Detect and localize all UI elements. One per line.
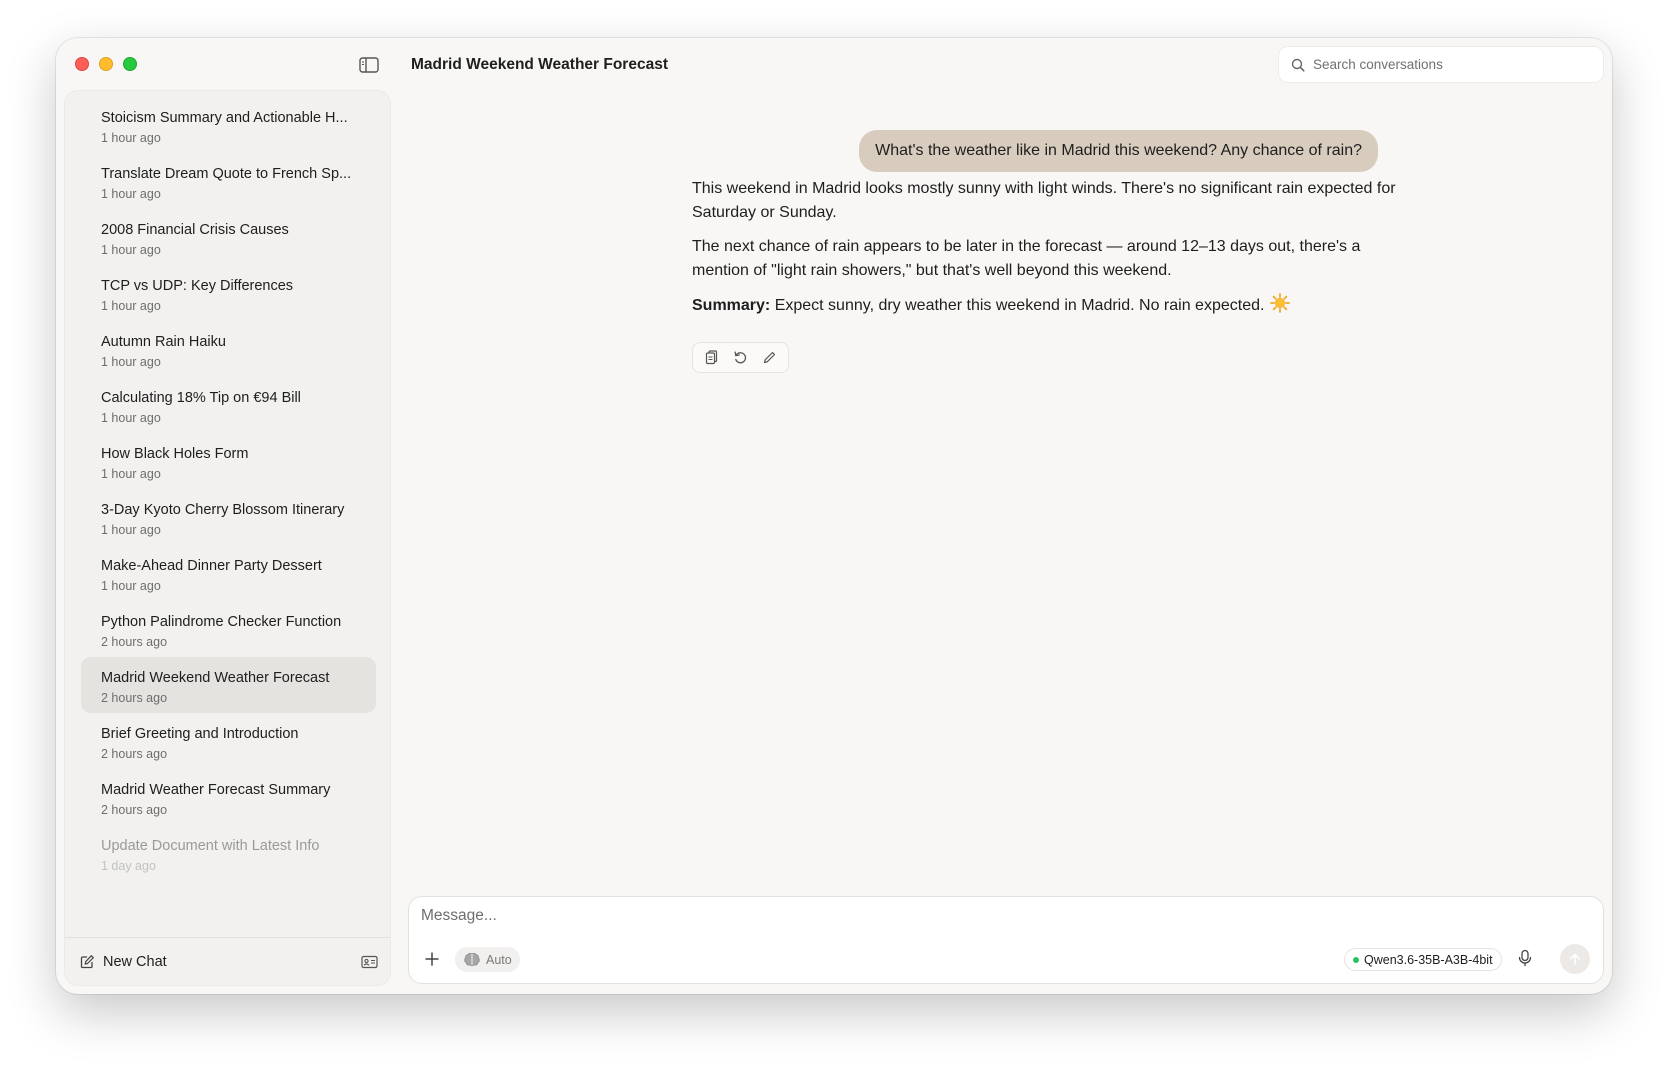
conversation-title-text: Calculating 18% Tip on €94 Bill bbox=[101, 390, 301, 406]
conversation-time: 1 hour ago bbox=[101, 131, 161, 145]
new-chat-button[interactable]: New Chat bbox=[80, 954, 167, 970]
conversation-item[interactable]: Brief Greeting and Introduction 2 hours … bbox=[81, 713, 376, 769]
conversation-title-text: TCP vs UDP: Key Differences bbox=[101, 278, 294, 294]
id-card-icon bbox=[361, 955, 378, 968]
list-fade bbox=[65, 879, 390, 939]
send-button[interactable] bbox=[1560, 944, 1590, 974]
message-input[interactable] bbox=[421, 907, 1581, 931]
assistant-paragraph: This weekend in Madrid looks mostly sunn… bbox=[692, 180, 1396, 221]
conversation-title-text: Brief Greeting and Introduction bbox=[101, 726, 299, 742]
plus-icon bbox=[425, 952, 439, 966]
copy-button[interactable] bbox=[704, 350, 719, 365]
sidebar-footer: New Chat bbox=[65, 937, 390, 985]
conversation-title-text: Make-Ahead Dinner Party Dessert bbox=[101, 558, 322, 574]
brain-icon bbox=[464, 952, 480, 967]
conversation-time: 1 hour ago bbox=[101, 187, 161, 201]
new-chat-label: New Chat bbox=[103, 953, 167, 970]
compose-icon bbox=[80, 955, 94, 969]
conversation-item[interactable]: Autumn Rain Haiku 1 hour ago bbox=[81, 321, 376, 377]
conversation-time: 1 hour ago bbox=[101, 467, 161, 481]
model-selector[interactable]: Qwen3.6-35B-A3B-4bit bbox=[1344, 948, 1502, 971]
conversation-time: 1 hour ago bbox=[101, 355, 161, 369]
conversation-item-active[interactable]: Madrid Weekend Weather Forecast 2 hours … bbox=[81, 657, 376, 713]
conversation-title-text: 2008 Financial Crisis Causes bbox=[101, 222, 289, 238]
search-box[interactable] bbox=[1278, 46, 1604, 83]
conversation-time: 1 hour ago bbox=[101, 523, 161, 537]
conversation-title-text: Madrid Weather Forecast Summary bbox=[101, 782, 331, 798]
regenerate-button[interactable] bbox=[733, 350, 748, 365]
minimize-window-button[interactable] bbox=[99, 57, 113, 71]
arrow-up-icon bbox=[1570, 953, 1580, 965]
conversation-title-text: How Black Holes Form bbox=[101, 446, 249, 462]
sidebar-toggle-button[interactable] bbox=[356, 54, 382, 76]
conversation-item[interactable]: 2008 Financial Crisis Causes 1 hour ago bbox=[81, 209, 376, 265]
search-input[interactable] bbox=[1313, 57, 1593, 72]
microphone-icon bbox=[1518, 949, 1532, 967]
conversation-item[interactable]: Calculating 18% Tip on €94 Bill 1 hour a… bbox=[81, 377, 376, 433]
copy-icon bbox=[705, 350, 718, 365]
conversation-item[interactable]: 3-Day Kyoto Cherry Blossom Itinerary 1 h… bbox=[81, 489, 376, 545]
conversation-title-text: Python Palindrome Checker Function bbox=[101, 614, 342, 630]
app-window: Madrid Weekend Weather Forecast Stoicism… bbox=[56, 38, 1612, 994]
edit-icon bbox=[763, 351, 776, 364]
conversation-time: 1 hour ago bbox=[101, 243, 161, 257]
conversation-item[interactable]: How Black Holes Form 1 hour ago bbox=[81, 433, 376, 489]
assistant-message: This weekend in Madrid looks mostly sunn… bbox=[692, 177, 1412, 332]
conversation-title-text: Autumn Rain Haiku bbox=[101, 334, 226, 350]
conversation-item[interactable]: Make-Ahead Dinner Party Dessert 1 hour a… bbox=[81, 545, 376, 601]
model-name: Qwen3.6-35B-A3B-4bit bbox=[1364, 952, 1493, 967]
message-actions bbox=[692, 342, 789, 373]
conversation-item[interactable]: Python Palindrome Checker Function 2 hou… bbox=[81, 601, 376, 657]
regenerate-icon bbox=[734, 351, 747, 364]
sidebar-toggle-icon bbox=[359, 57, 379, 73]
conversation-item[interactable]: Update Document with Latest Info 1 day a… bbox=[81, 825, 376, 881]
edit-button[interactable] bbox=[762, 350, 777, 365]
conversation-item[interactable]: TCP vs UDP: Key Differences 1 hour ago bbox=[81, 265, 376, 321]
conversation-time: 2 hours ago bbox=[101, 747, 168, 761]
conversation-time: 2 hours ago bbox=[101, 691, 168, 705]
auto-mode-button[interactable]: Auto bbox=[455, 947, 520, 972]
voice-input-button[interactable] bbox=[1517, 949, 1533, 967]
auto-mode-label: Auto bbox=[486, 952, 512, 967]
conversation-list[interactable]: Stoicism Summary and Actionable H... 1 h… bbox=[65, 91, 390, 939]
conversation-time: 1 hour ago bbox=[101, 411, 161, 425]
message-composer: Auto Qwen3.6-35B-A3B-4bit bbox=[408, 896, 1604, 984]
summary-text: Expect sunny, dry weather this weekend i… bbox=[770, 297, 1265, 314]
summary-label: Summary: bbox=[692, 297, 771, 314]
assistant-summary: Summary: Expect sunny, dry weather this … bbox=[692, 293, 1412, 321]
contacts-button[interactable] bbox=[361, 955, 378, 969]
conversation-title-text: Update Document with Latest Info bbox=[101, 838, 320, 854]
window-controls bbox=[75, 57, 137, 71]
conversation-time: 1 day ago bbox=[101, 859, 156, 873]
sun-icon bbox=[1270, 293, 1291, 321]
conversation-title-text: Translate Dream Quote to French Sp... bbox=[101, 166, 352, 182]
conversation-item[interactable]: Stoicism Summary and Actionable H... 1 h… bbox=[81, 97, 376, 153]
conversation-title-text: 3-Day Kyoto Cherry Blossom Itinerary bbox=[101, 502, 345, 518]
assistant-paragraph: The next chance of rain appears to be la… bbox=[692, 238, 1361, 279]
conversation-item[interactable]: Translate Dream Quote to French Sp... 1 … bbox=[81, 153, 376, 209]
conversation-time: 1 hour ago bbox=[101, 299, 161, 313]
conversation-title-text: Madrid Weekend Weather Forecast bbox=[101, 670, 330, 686]
conversation-title-text: Stoicism Summary and Actionable H... bbox=[101, 110, 348, 126]
zoom-window-button[interactable] bbox=[123, 57, 137, 71]
conversation-time: 2 hours ago bbox=[101, 803, 168, 817]
sidebar: Stoicism Summary and Actionable H... 1 h… bbox=[64, 90, 391, 986]
user-message-bubble: What's the weather like in Madrid this w… bbox=[859, 130, 1378, 172]
conversation-title: Madrid Weekend Weather Forecast bbox=[411, 56, 668, 73]
conversation-time: 2 hours ago bbox=[101, 635, 168, 649]
attach-button[interactable] bbox=[423, 950, 441, 968]
conversation-item[interactable]: Madrid Weather Forecast Summary 2 hours … bbox=[81, 769, 376, 825]
search-icon bbox=[1291, 58, 1305, 72]
conversation-time: 1 hour ago bbox=[101, 579, 161, 593]
close-window-button[interactable] bbox=[75, 57, 89, 71]
model-status-dot bbox=[1353, 956, 1359, 963]
